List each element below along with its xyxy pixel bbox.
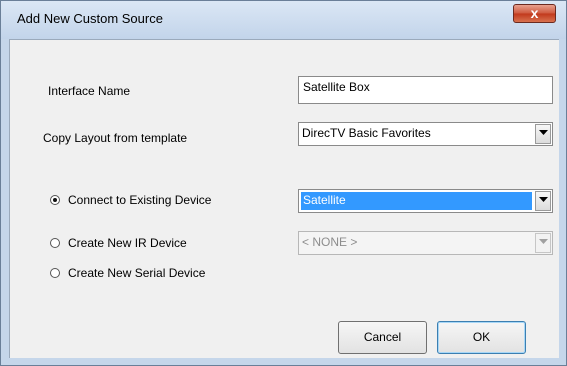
close-icon: x bbox=[530, 5, 539, 21]
copy-layout-label: Copy Layout from template bbox=[43, 131, 188, 145]
window-frame-left bbox=[1, 39, 9, 365]
dialog-body: Interface Name Satellite Box Copy Layout… bbox=[9, 39, 559, 358]
create-serial-label[interactable]: Create New Serial Device bbox=[68, 266, 205, 280]
ir-device-selected-value: < NONE > bbox=[302, 235, 358, 249]
dialog-window: Add New Custom Source x Interface Name S… bbox=[0, 0, 567, 366]
interface-name-label: Interface Name bbox=[48, 84, 131, 98]
chevron-down-icon bbox=[535, 233, 551, 253]
create-ir-radio[interactable] bbox=[50, 238, 60, 248]
existing-device-selected-value: Satellite bbox=[301, 192, 532, 210]
existing-device-dropdown[interactable]: Satellite bbox=[298, 189, 553, 213]
chevron-down-icon[interactable] bbox=[535, 124, 551, 144]
close-button[interactable]: x bbox=[513, 4, 556, 23]
connect-existing-label[interactable]: Connect to Existing Device bbox=[68, 193, 211, 207]
copy-layout-dropdown[interactable]: DirecTV Basic Favorites bbox=[298, 122, 553, 146]
create-serial-radio[interactable] bbox=[50, 268, 60, 278]
create-ir-label[interactable]: Create New IR Device bbox=[68, 236, 187, 250]
ok-button[interactable]: OK bbox=[437, 321, 526, 354]
title-bar[interactable]: Add New Custom Source x bbox=[1, 1, 566, 39]
dialog-title: Add New Custom Source bbox=[17, 11, 163, 26]
interface-name-input[interactable]: Satellite Box bbox=[298, 76, 553, 104]
connect-existing-radio[interactable] bbox=[50, 195, 60, 205]
cancel-button[interactable]: Cancel bbox=[338, 321, 427, 354]
chevron-down-icon[interactable] bbox=[535, 191, 551, 211]
ir-device-dropdown: < NONE > bbox=[298, 231, 553, 255]
copy-layout-selected-value: DirecTV Basic Favorites bbox=[302, 126, 431, 140]
